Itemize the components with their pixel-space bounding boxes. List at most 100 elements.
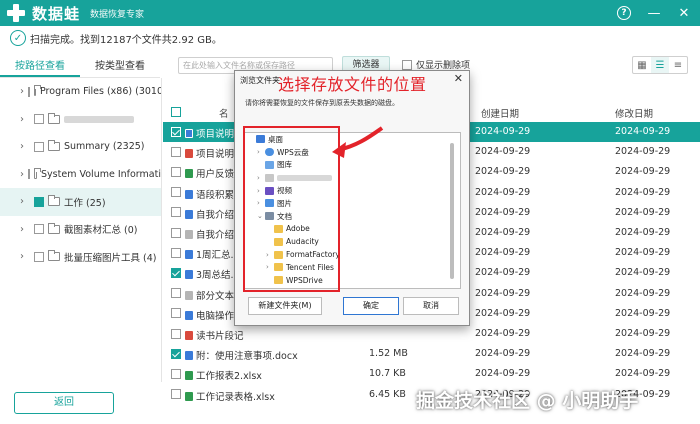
- tree-item[interactable]: › 工作 (25): [0, 188, 161, 216]
- file-size: 1.52 MB: [369, 348, 408, 360]
- file-name: 读书片段记: [196, 331, 244, 342]
- column-modified[interactable]: 修改日期: [615, 106, 653, 120]
- file-type-icon: [185, 230, 193, 239]
- tree-item[interactable]: › 截图素材汇总 (0): [0, 216, 161, 244]
- annotation-highlight-box: [243, 126, 340, 292]
- dialog-close-button[interactable]: ✕: [454, 72, 463, 85]
- minimize-button[interactable]: —: [644, 3, 664, 23]
- file-created-date: 2024-09-29: [475, 186, 531, 198]
- file-type-icon: [185, 351, 193, 361]
- file-created-date: 2024-09-29: [475, 126, 531, 137]
- file-modified-date: 2024-09-29: [615, 166, 671, 178]
- file-type-icon: [185, 209, 193, 219]
- grid-view-button[interactable]: ▦: [633, 57, 651, 73]
- tree-item[interactable]: ›: [0, 106, 161, 134]
- chevron-right-icon[interactable]: ›: [20, 251, 30, 262]
- ok-button[interactable]: 确定: [343, 297, 399, 315]
- list-view-button[interactable]: ☰: [651, 57, 669, 73]
- row-checkbox[interactable]: [171, 207, 181, 218]
- detail-view-button[interactable]: ≡: [669, 57, 687, 73]
- file-modified-date: 2024-09-29: [615, 287, 671, 299]
- cancel-button[interactable]: 取消: [403, 297, 459, 315]
- file-created-date: 2024-09-29: [475, 247, 531, 259]
- file-created-date: 2024-09-29: [475, 227, 531, 238]
- chevron-right-icon[interactable]: ›: [20, 224, 30, 235]
- help-button[interactable]: ?: [614, 3, 634, 23]
- tree-item-label: 工作 (25): [64, 197, 106, 209]
- row-checkbox[interactable]: [171, 348, 181, 359]
- file-type-icon: [185, 189, 193, 199]
- view-mode-switch: ▦ ☰ ≡: [632, 56, 688, 74]
- app-subtitle: 数据恢复专家: [90, 9, 145, 20]
- row-checkbox[interactable]: [171, 146, 181, 157]
- file-type-icon: [185, 250, 193, 260]
- row-checkbox[interactable]: [171, 187, 181, 198]
- tree-item-checkbox[interactable]: [34, 251, 44, 262]
- table-row[interactable]: 读书片段记 2024-09-29 2024-09-29: [163, 324, 700, 344]
- new-folder-button[interactable]: 新建文件夹(M): [248, 297, 322, 315]
- tree-item-checkbox[interactable]: [34, 141, 44, 152]
- chevron-right-icon[interactable]: ›: [20, 141, 30, 152]
- file-created-date: 2024-09-29: [475, 328, 531, 339]
- file-type-icon: [185, 310, 193, 320]
- close-icon: ✕: [678, 5, 690, 21]
- help-icon: ?: [617, 6, 631, 20]
- column-created[interactable]: 创建日期: [481, 106, 519, 120]
- table-row[interactable]: 工作报表2.xlsx 10.7 KB 2024-09-29 2024-09-29: [163, 364, 700, 384]
- column-name[interactable]: 名: [219, 106, 229, 120]
- row-checkbox[interactable]: [171, 126, 181, 137]
- file-created-date: 2024-09-29: [475, 368, 531, 380]
- tree-item-checkbox[interactable]: [28, 169, 31, 180]
- file-size: 10.7 KB: [369, 368, 406, 380]
- chevron-right-icon[interactable]: ›: [20, 169, 24, 180]
- row-checkbox[interactable]: [171, 166, 181, 177]
- close-window-button[interactable]: ✕: [674, 3, 694, 23]
- file-type-icon: [185, 371, 193, 381]
- select-all-checkbox[interactable]: [171, 106, 185, 117]
- table-row[interactable]: 附：使用注意事项.docx 1.52 MB 2024-09-29 2024-09-29: [163, 344, 700, 364]
- row-checkbox[interactable]: [171, 308, 181, 319]
- tree-item-label: Program Files (x86) (3010: [40, 86, 161, 98]
- tab-by-type[interactable]: 按类型查看: [80, 56, 160, 77]
- title-bar: 数据蛙 数据恢复专家 ? — ✕: [0, 0, 700, 26]
- row-checkbox[interactable]: [171, 368, 181, 379]
- file-name: 自我介绍.: [196, 209, 238, 221]
- file-created-date: 2024-09-29: [475, 206, 531, 218]
- dialog-scrollbar[interactable]: [450, 143, 454, 279]
- back-button[interactable]: 返回: [14, 392, 114, 414]
- row-checkbox[interactable]: [171, 328, 181, 339]
- chevron-right-icon[interactable]: ›: [20, 114, 30, 125]
- row-checkbox[interactable]: [171, 267, 181, 278]
- file-name: 用户反馈: [196, 169, 235, 181]
- file-type-icon: [185, 331, 193, 340]
- dialog-description: 请你将需要恢复的文件保存到原丢失数据的磁盘。: [245, 99, 399, 107]
- tree-item-label: Summary (2325): [64, 141, 145, 153]
- row-checkbox[interactable]: [171, 227, 181, 238]
- only-deleted-checkbox[interactable]: [402, 59, 412, 70]
- tree-item-label: 截图素材汇总 (0): [64, 225, 138, 237]
- file-modified-date: 2024-09-29: [615, 206, 671, 218]
- detail-list-icon: ≡: [673, 59, 683, 71]
- folder-icon: [48, 195, 60, 207]
- tree-item[interactable]: › System Volume Informati: [0, 161, 161, 189]
- file-type-icon: [185, 290, 193, 300]
- row-checkbox[interactable]: [171, 247, 181, 258]
- tree-item[interactable]: › 批量压缩图片工具 (4): [0, 243, 161, 271]
- tree-item-checkbox[interactable]: [34, 224, 44, 235]
- row-checkbox[interactable]: [171, 389, 181, 400]
- grid-icon: ▦: [637, 59, 647, 71]
- tree-item-checkbox[interactable]: [34, 114, 44, 125]
- file-modified-date: 2024-09-29: [615, 307, 671, 319]
- file-modified-date: 2024-09-29: [615, 267, 671, 279]
- tree-item-checkbox[interactable]: [28, 86, 30, 97]
- file-created-date: 2024-09-29: [475, 267, 531, 279]
- tree-item[interactable]: › Summary (2325): [0, 133, 161, 161]
- tree-item[interactable]: › Program Files (x86) (3010: [0, 78, 161, 106]
- tab-by-path[interactable]: 按路径查看: [0, 56, 80, 77]
- chevron-right-icon[interactable]: ›: [20, 86, 24, 97]
- tree-item-checkbox[interactable]: [34, 196, 44, 207]
- file-modified-date: 2024-09-29: [615, 126, 671, 137]
- chevron-right-icon[interactable]: ›: [20, 196, 30, 207]
- file-type-icon: [185, 169, 193, 179]
- row-checkbox[interactable]: [171, 288, 181, 299]
